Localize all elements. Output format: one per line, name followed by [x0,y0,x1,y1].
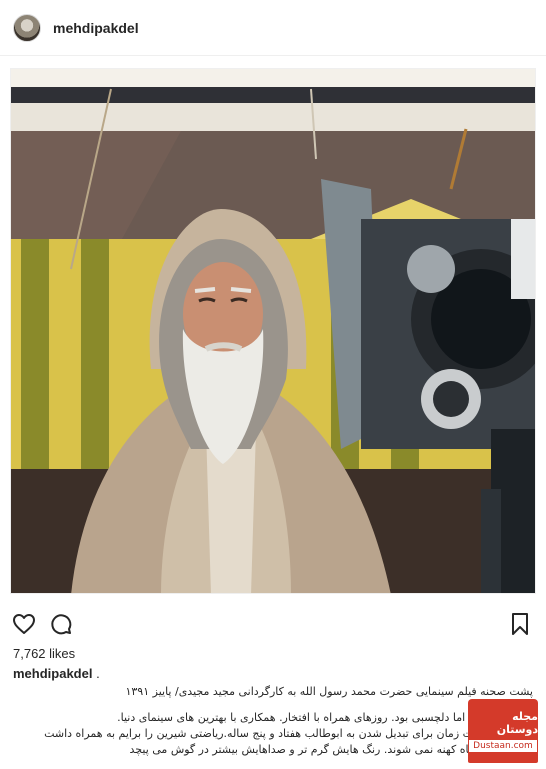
watermark-domain: Dustaan.com [469,740,537,752]
watermark-brand: مجله دوستان [496,710,538,736]
post-actions [0,604,546,644]
caption-gap [13,700,533,710]
post-photo[interactable] [10,68,536,594]
caption-username-line: mehdipakdel . [13,666,100,681]
caption-text: پشت صحنه فیلم سینمایی حضرت محمد رسول الل… [13,684,533,758]
avatar[interactable] [13,13,41,42]
caption-suffix: . [92,666,100,681]
watermark-logo: مجله دوستان Dustaan.com [468,699,538,763]
caption-line: پشت صحنه فیلم سینمایی حضرت محمد رسول الل… [125,685,533,698]
caption-line: حدود ده ساعت زمان برای تبدیل شدن به ابوط… [44,727,533,740]
caption-line: روزهای سخت اما دلچسبی بود. روزهای همراه … [117,711,533,724]
post-header: mehdipakdel [0,0,546,56]
comment-icon[interactable] [49,612,73,636]
caption-line: خاطرات هیچگاه کهنه نمی شوند. رنگ هایش گر… [129,743,533,756]
likes-count[interactable]: 7,762 likes [13,646,75,661]
username[interactable]: mehdipakdel [53,20,139,36]
caption-username[interactable]: mehdipakdel [13,666,92,681]
heart-icon[interactable] [12,612,36,636]
bookmark-icon[interactable] [508,612,532,636]
photo-illustration [11,69,535,593]
